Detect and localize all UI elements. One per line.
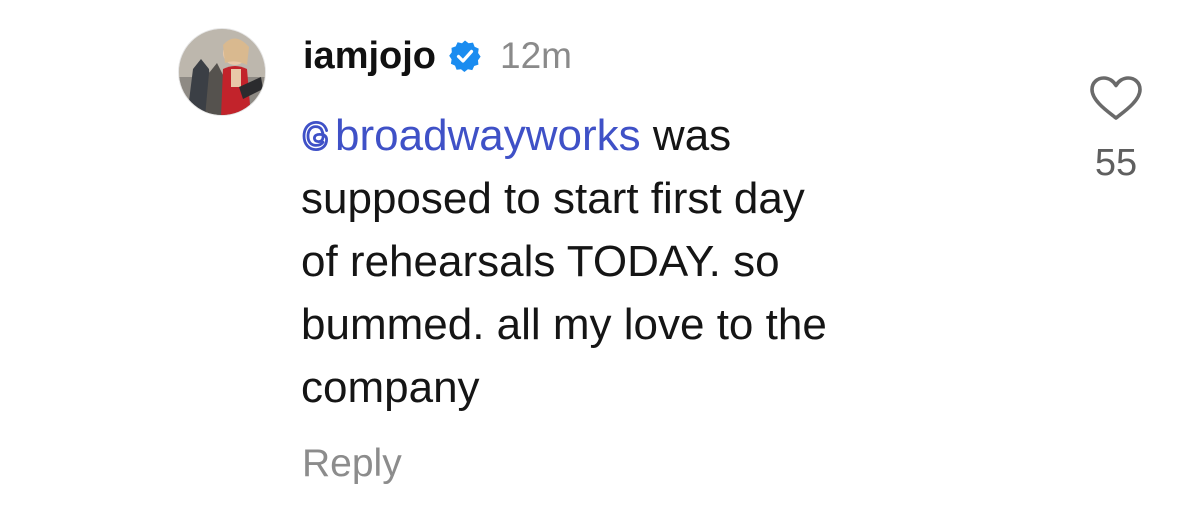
- like-count: 55: [1094, 142, 1138, 184]
- comment-header: iamjojo 12m: [303, 30, 572, 82]
- mention-handle: broadwayworks: [335, 111, 641, 160]
- timestamp: 12m: [500, 35, 573, 76]
- heart-outline-icon: [1090, 76, 1142, 120]
- comment-text-inline: was: [640, 111, 732, 160]
- avatar-image: [179, 29, 265, 115]
- avatar[interactable]: [178, 28, 266, 116]
- mention-link[interactable]: broadwayworks: [301, 104, 641, 167]
- comment-line: supposed to start first day: [301, 174, 805, 223]
- comment-line: bummed. all my love to the: [301, 300, 827, 349]
- comment-line: of rehearsals TODAY. so: [301, 237, 780, 286]
- comment-line: company: [301, 363, 480, 412]
- reply-button[interactable]: Reply: [302, 442, 402, 486]
- comment: iamjojo 12m broadwayworks was supposed to…: [0, 0, 1199, 512]
- threads-icon: [301, 107, 331, 152]
- like-button[interactable]: [1088, 74, 1144, 122]
- verified-badge-icon: [448, 39, 482, 73]
- username[interactable]: iamjojo: [303, 35, 436, 78]
- comment-body: broadwayworks was supposed to start first…: [301, 104, 1021, 419]
